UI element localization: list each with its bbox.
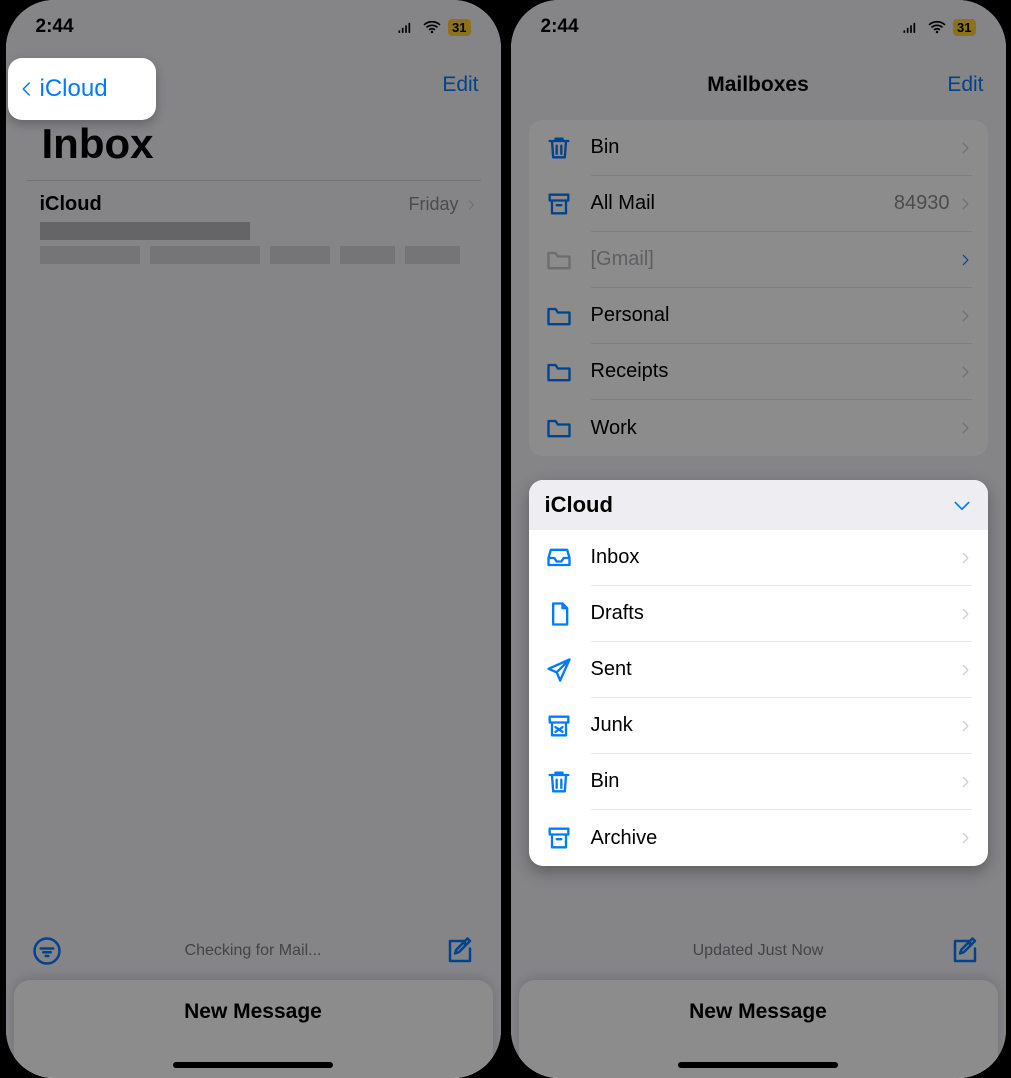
signal-icon	[901, 17, 921, 37]
icloud-section-header[interactable]: iCloud	[529, 480, 988, 530]
home-indicator	[678, 1062, 838, 1068]
message-list: iCloud Friday	[26, 180, 481, 274]
redacted-subject	[40, 222, 250, 240]
message-row[interactable]: iCloud Friday	[26, 180, 481, 274]
mailbox-label: Archive	[591, 827, 658, 850]
wifi-icon	[927, 17, 947, 37]
mailbox-label: Work	[591, 417, 637, 440]
bottom-toolbar: Checking for Mail...	[6, 922, 501, 980]
page-title: Inbox	[42, 120, 154, 168]
mailbox-label: All Mail	[591, 192, 655, 215]
archive-icon	[545, 824, 573, 852]
chevron-left-icon	[18, 75, 36, 103]
chevron-right-icon	[958, 829, 972, 847]
mailbox-label: [Gmail]	[591, 248, 654, 271]
chevron-right-icon	[958, 363, 972, 381]
chevron-right-icon	[958, 307, 972, 325]
mailbox-label: Personal	[591, 304, 670, 327]
chevron-right-icon	[958, 195, 972, 213]
compose-button[interactable]	[445, 936, 475, 966]
chevron-right-icon	[958, 605, 972, 623]
wifi-icon	[422, 17, 442, 37]
chevron-right-icon	[958, 251, 972, 269]
chevron-right-icon	[958, 549, 972, 567]
junk-icon	[545, 712, 573, 740]
chevron-right-icon	[958, 773, 972, 791]
mailbox-label: Junk	[591, 714, 633, 737]
mailbox-label: Bin	[591, 136, 620, 159]
redacted-preview	[40, 246, 477, 264]
edit-button[interactable]: Edit	[947, 73, 983, 97]
message-date: Friday	[408, 194, 476, 215]
chevron-right-icon	[958, 419, 972, 437]
bottom-toolbar: Updated Just Now	[511, 922, 1006, 980]
edit-button[interactable]: Edit	[442, 73, 478, 97]
mailbox-label: Receipts	[591, 360, 669, 383]
chevron-right-icon	[958, 139, 972, 157]
folder-icon	[545, 414, 573, 442]
mailbox-row-all-mail[interactable]: All Mail 84930	[529, 176, 988, 232]
home-indicator	[173, 1062, 333, 1068]
icloud-mailboxes-panel: iCloud Inbox Drafts Sent Junk Bin	[529, 480, 988, 866]
mailbox-row--gmail-[interactable]: [Gmail]	[529, 232, 988, 288]
mailbox-row-bin[interactable]: Bin	[529, 120, 988, 176]
right-screenshot: 2:44 31 Mailboxes Edit Bin All Mail 8493…	[511, 0, 1006, 1078]
inbox-icon	[545, 544, 573, 572]
mailbox-row-work[interactable]: Work	[529, 400, 988, 456]
mailbox-row-sent[interactable]: Sent	[529, 642, 988, 698]
toolbar-status: Checking for Mail...	[62, 942, 445, 960]
page-title: Mailboxes	[511, 73, 1006, 97]
folder-icon	[545, 358, 573, 386]
battery-level: 31	[448, 19, 470, 36]
message-sender: iCloud	[40, 193, 102, 216]
trash-icon	[545, 768, 573, 796]
doc-icon	[545, 600, 573, 628]
clock: 2:44	[541, 16, 579, 38]
status-bar: 2:44 31	[511, 0, 1006, 54]
archive-icon	[545, 190, 573, 218]
mailbox-row-inbox[interactable]: Inbox	[529, 530, 988, 586]
mailbox-label: Inbox	[591, 546, 640, 569]
mailbox-count: 84930	[894, 192, 950, 215]
chevron-right-icon	[958, 661, 972, 679]
send-icon	[545, 656, 573, 684]
toolbar-status: Updated Just Now	[567, 942, 950, 960]
compose-button[interactable]	[950, 936, 980, 966]
mailboxes-list: Bin All Mail 84930 [Gmail] Personal Rece…	[529, 120, 988, 456]
filter-button[interactable]	[32, 936, 62, 966]
mailbox-row-archive[interactable]: Archive	[529, 810, 988, 866]
chevron-right-icon	[958, 717, 972, 735]
status-bar: 2:44 31	[6, 0, 501, 54]
mailbox-label: Bin	[591, 770, 620, 793]
mailbox-row-drafts[interactable]: Drafts	[529, 586, 988, 642]
mailbox-label: Sent	[591, 658, 632, 681]
folder-icon	[545, 246, 573, 274]
trash-icon	[545, 134, 573, 162]
mailbox-row-receipts[interactable]: Receipts	[529, 344, 988, 400]
signal-icon	[396, 17, 416, 37]
chevron-down-icon	[952, 495, 972, 515]
chevron-right-icon	[465, 197, 477, 213]
mailbox-label: Drafts	[591, 602, 644, 625]
battery-level: 31	[953, 19, 975, 36]
mailbox-row-personal[interactable]: Personal	[529, 288, 988, 344]
mailbox-row-junk[interactable]: Junk	[529, 698, 988, 754]
mailbox-row-bin[interactable]: Bin	[529, 754, 988, 810]
nav-bar: Mailboxes Edit	[511, 60, 1006, 110]
clock: 2:44	[36, 16, 74, 38]
folder-icon	[545, 302, 573, 330]
left-screenshot: 2:44 31 iCloud Edit Inbox iCloud Friday	[6, 0, 501, 1078]
back-button-highlight[interactable]: iCloud	[8, 58, 156, 120]
